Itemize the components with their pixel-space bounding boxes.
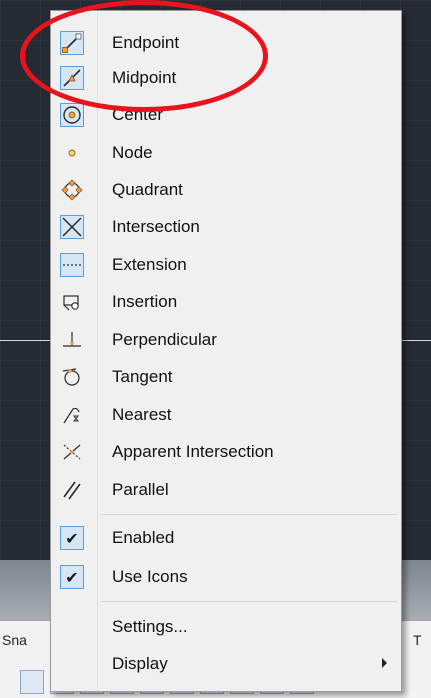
menu-item-label: Perpendicular [112, 330, 217, 349]
menu-separator [101, 514, 397, 515]
menu-item-quadrant[interactable]: Quadrant [51, 171, 401, 208]
menu-item-intersection[interactable]: Intersection [51, 208, 401, 245]
menu-item-label: Display [112, 654, 168, 673]
menu-item-label: Settings... [112, 617, 188, 636]
snap-label: Sna [2, 632, 27, 648]
status-t-label: T [413, 632, 422, 648]
osnap-context-menu: Endpoint Midpoint Center Node Quadrant I… [50, 10, 402, 692]
checkmark-icon: ✔ [60, 565, 84, 589]
menu-item-parallel[interactable]: Parallel [51, 471, 401, 508]
menu-item-enabled[interactable]: ✔ Enabled [51, 519, 401, 556]
menu-item-label: Use Icons [112, 567, 188, 586]
menu-item-label: Nearest [112, 405, 172, 424]
menu-item-apparent-intersection[interactable]: Apparent Intersection [51, 433, 401, 470]
menu-item-label: Insertion [112, 292, 178, 311]
nearest-icon [60, 403, 84, 427]
menu-item-insertion[interactable]: Insertion [51, 283, 401, 320]
menu-item-label: Node [112, 143, 153, 162]
submenu-arrow-icon [382, 658, 387, 668]
checkmark-icon: ✔ [60, 526, 84, 550]
menu-item-label: Tangent [112, 367, 173, 386]
menu-item-label: Enabled [112, 528, 175, 547]
menu-item-label: Apparent Intersection [112, 442, 274, 461]
menu-item-extension[interactable]: Extension [51, 246, 401, 283]
tangent-icon [60, 365, 84, 389]
menu-item-use-icons[interactable]: ✔ Use Icons [51, 558, 401, 595]
apparent-intersection-icon [60, 440, 84, 464]
center-icon [60, 103, 84, 127]
insertion-icon [60, 290, 84, 314]
menu-item-perpendicular[interactable]: Perpendicular [51, 321, 401, 358]
menu-item-display[interactable]: Display [51, 645, 401, 682]
menu-item-label: Quadrant [112, 180, 183, 199]
menu-item-label: Extension [112, 255, 187, 274]
parallel-icon [60, 478, 84, 502]
menu-item-nearest[interactable]: Nearest [51, 396, 401, 433]
node-icon [60, 141, 84, 165]
menu-item-settings[interactable]: Settings... [51, 608, 401, 645]
menu-item-label: Intersection [112, 217, 200, 236]
canvas-line [401, 340, 431, 341]
menu-separator [101, 601, 397, 602]
perpendicular-icon [60, 328, 84, 352]
canvas-line [0, 340, 55, 341]
highlight-annotation [20, 0, 268, 112]
menu-item-tangent[interactable]: Tangent [51, 358, 401, 395]
menu-item-label: Parallel [112, 480, 169, 499]
quadrant-icon [60, 178, 84, 202]
intersection-icon [60, 215, 84, 239]
extension-icon [60, 253, 84, 277]
menu-item-node[interactable]: Node [51, 134, 401, 171]
status-button[interactable] [20, 670, 44, 694]
